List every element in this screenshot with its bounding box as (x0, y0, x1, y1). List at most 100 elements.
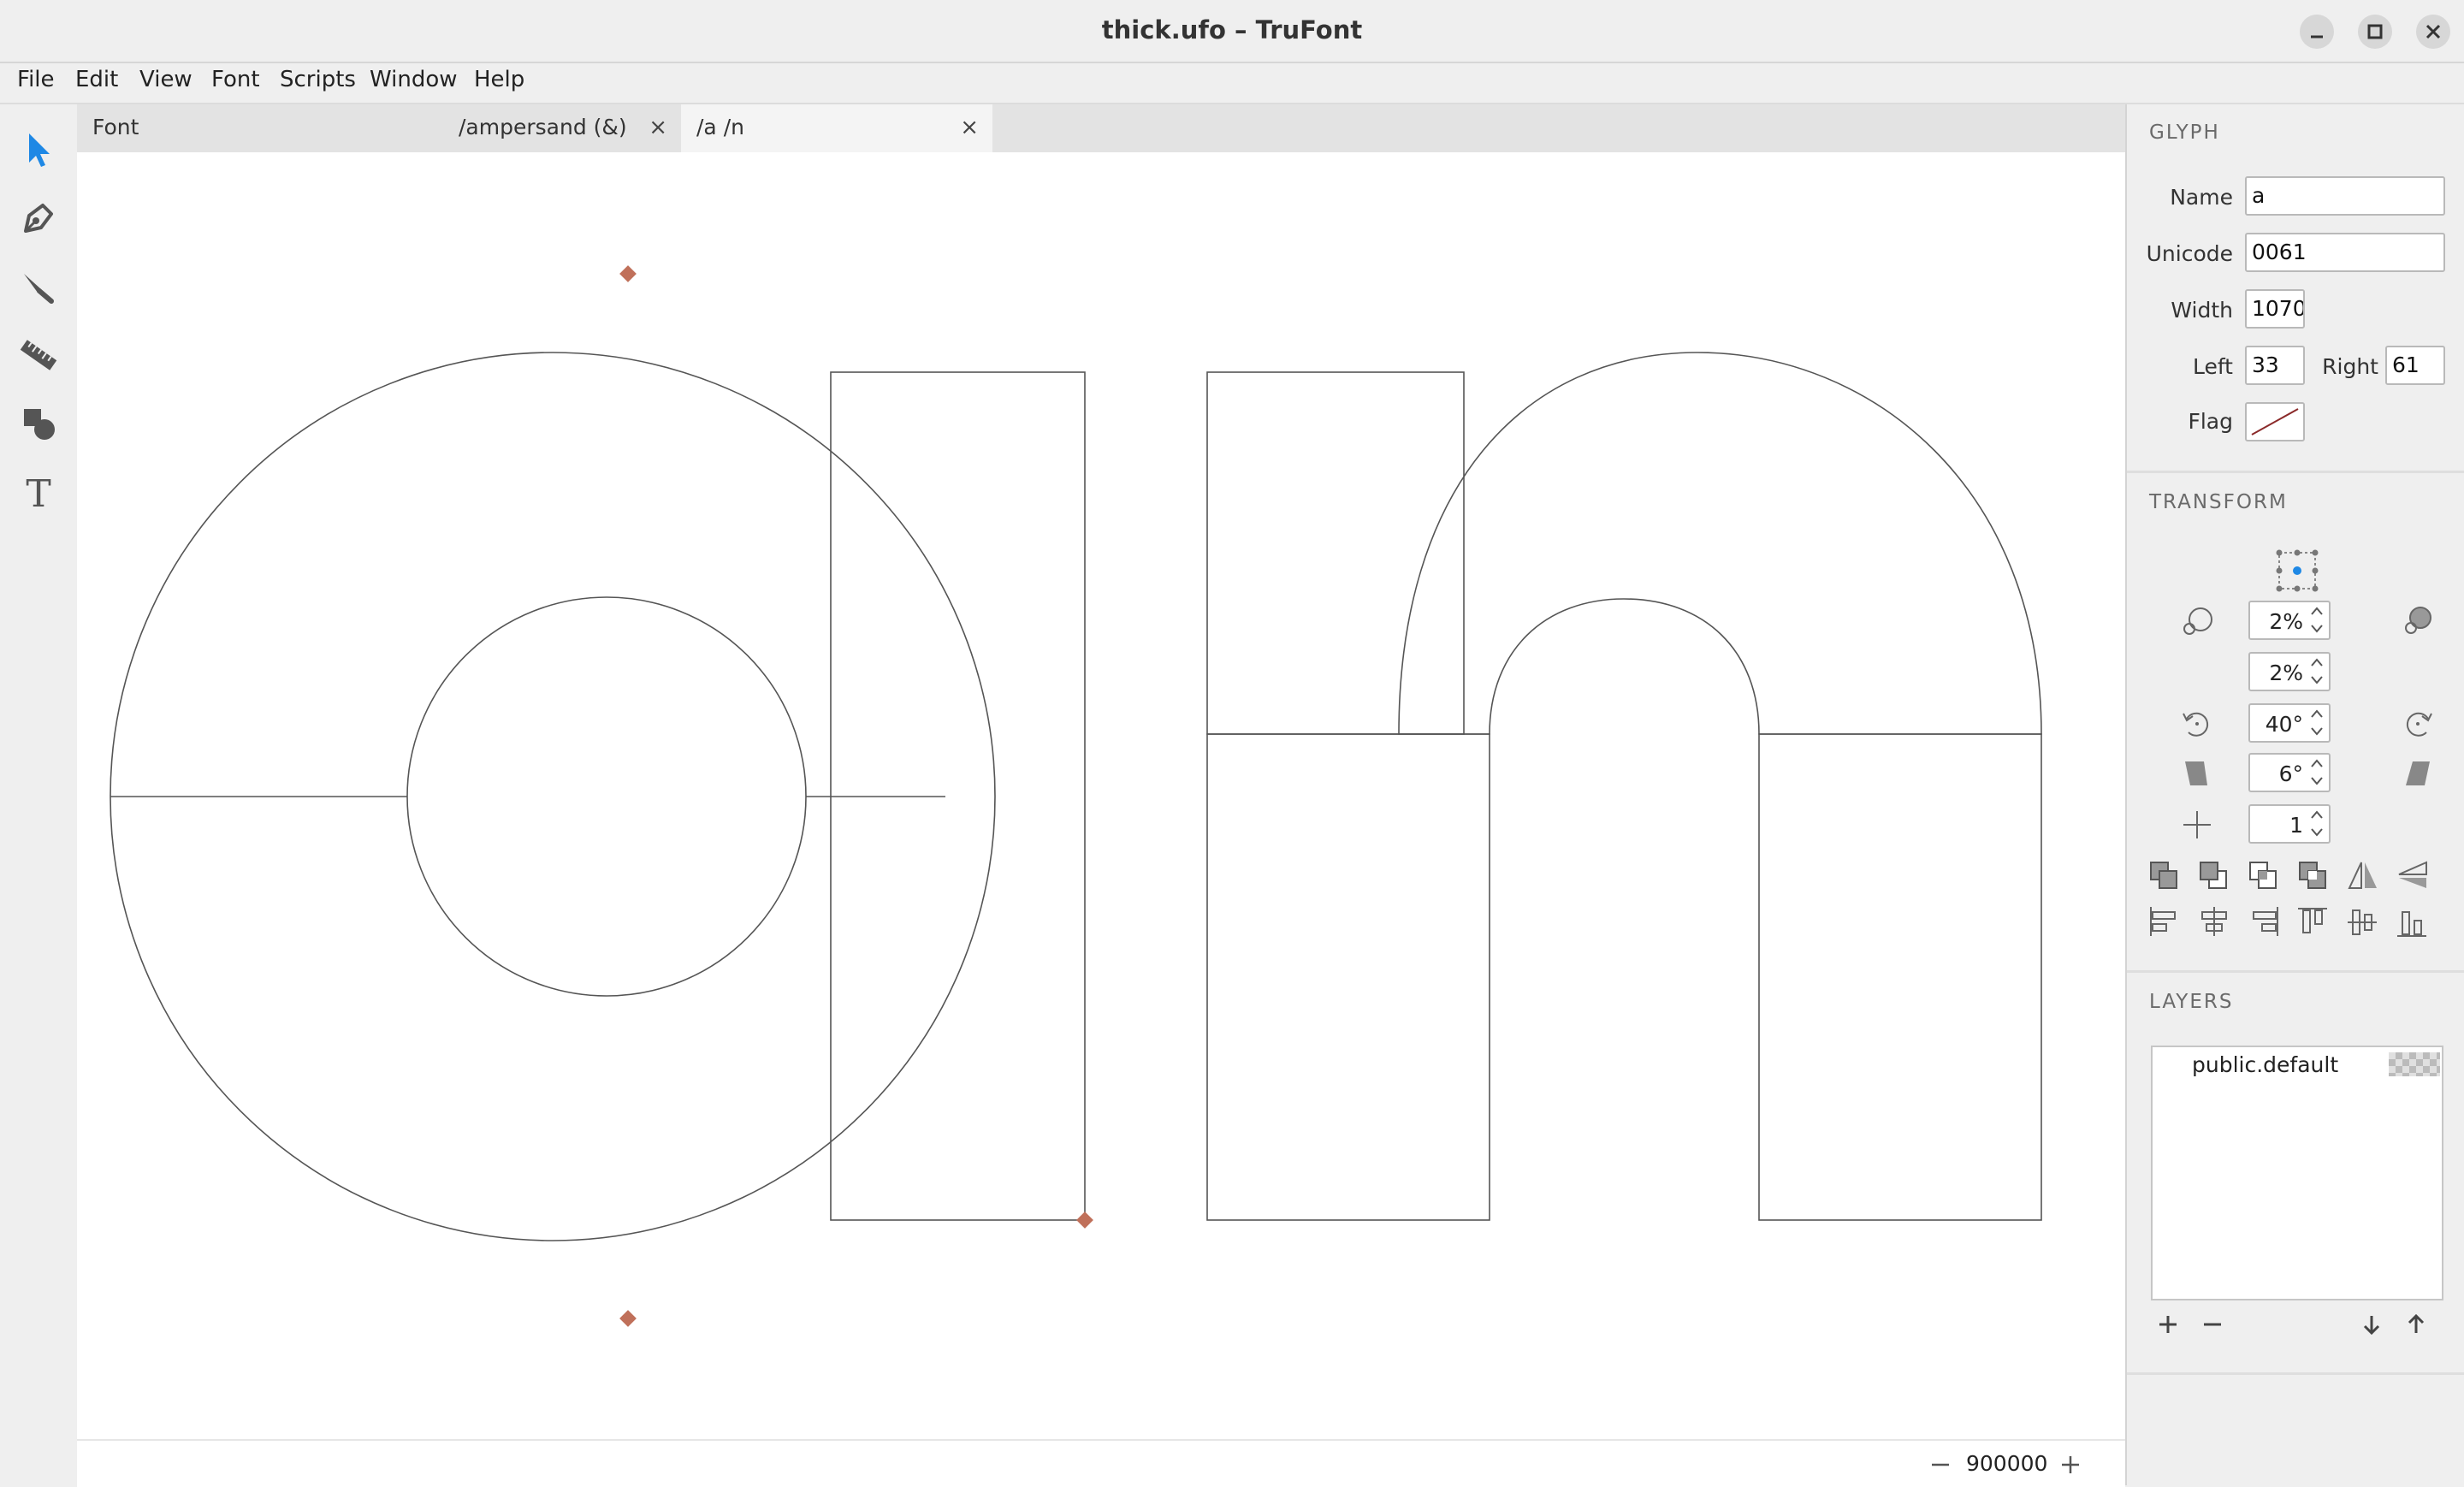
plus-icon (2159, 1316, 2177, 1333)
menu-window[interactable]: Window (370, 67, 458, 92)
svg-text:T: T (26, 472, 50, 515)
tool-bar: T (0, 104, 77, 1485)
glyph-canvas[interactable] (77, 152, 2125, 1439)
stepper-down-icon[interactable] (2308, 621, 2325, 637)
align-right-icon[interactable] (2245, 903, 2283, 941)
move-icon[interactable] (2178, 806, 2216, 844)
scale-y-value: 2% (2269, 661, 2303, 685)
tab-a-n[interactable]: /a /n × (681, 104, 992, 156)
minimize-icon (2311, 35, 2323, 39)
move-stepper[interactable]: 1 (2248, 804, 2331, 844)
add-layer-button[interactable] (2151, 1307, 2185, 1342)
anchor-point-width (1076, 1212, 1093, 1229)
intersect-icon[interactable] (2245, 857, 2283, 895)
glyph-unicode-field[interactable]: 0061 (2245, 233, 2445, 272)
bowl-inner-contour (406, 596, 807, 997)
tab-close-icon[interactable]: × (649, 115, 667, 140)
menu-font[interactable]: Font (211, 67, 260, 92)
layers-list: public.default (2151, 1046, 2443, 1300)
menu-scripts[interactable]: Scripts (280, 67, 356, 92)
text-tool-icon[interactable]: T (15, 469, 62, 515)
align-middle-icon[interactable] (2344, 903, 2382, 941)
arrow-up-icon (2408, 1313, 2425, 1333)
glyph-name-field[interactable]: a (2245, 176, 2445, 216)
stepper-up-icon[interactable] (2308, 808, 2325, 823)
scale-y-stepper[interactable]: 2% (2248, 652, 2331, 691)
n-right-stem-contour (1758, 733, 2042, 1221)
glyph-outlines[interactable] (77, 152, 2125, 1439)
stepper-down-icon[interactable] (2308, 825, 2325, 840)
stepper-up-icon[interactable] (2308, 756, 2325, 772)
transform-section-header: TRANSFORM (2149, 491, 2288, 513)
layer-name: public.default (2192, 1052, 2339, 1077)
union-icon[interactable] (2146, 857, 2183, 895)
glyph-width-field[interactable]: 1070 (2245, 289, 2305, 329)
align-left-icon[interactable] (2146, 903, 2183, 941)
flag-label: Flag (2188, 409, 2233, 434)
tab-label: Font (92, 115, 139, 139)
skew-stepper[interactable]: 6° (2248, 753, 2331, 792)
scale-down-icon[interactable] (2178, 602, 2216, 640)
menu-help[interactable]: Help (474, 67, 524, 92)
stepper-down-icon[interactable] (2308, 724, 2325, 739)
move-layer-up-button[interactable] (2399, 1307, 2433, 1342)
menu-view[interactable]: View (139, 67, 192, 92)
tab-ampersand[interactable]: /ampersand (&) × (368, 104, 681, 152)
scale-up-icon[interactable] (2399, 602, 2437, 640)
close-window-button[interactable] (2416, 15, 2450, 49)
align-top-icon[interactable] (2295, 903, 2332, 941)
menu-bar: File Edit View Font Scripts Window Help (0, 63, 2464, 104)
stepper-down-icon[interactable] (2308, 672, 2325, 688)
layers-section-header: LAYERS (2149, 991, 2234, 1013)
flip-vertical-icon[interactable] (2394, 857, 2431, 895)
zoom-in-icon[interactable] (2060, 1454, 2081, 1475)
stepper-up-icon[interactable] (2308, 604, 2325, 619)
stepper-down-icon[interactable] (2308, 773, 2325, 789)
panel-divider (2127, 970, 2464, 973)
flip-horizontal-icon[interactable] (2344, 857, 2382, 895)
selection-tool-icon[interactable] (15, 127, 62, 173)
align-center-icon[interactable] (2195, 903, 2233, 941)
anchor-point-bottom (619, 1310, 637, 1327)
origin-selector-icon[interactable] (2274, 548, 2320, 594)
scale-x-stepper[interactable]: 2% (2248, 601, 2331, 640)
rotate-stepper[interactable]: 40° (2248, 703, 2331, 743)
tab-bar: Font /ampersand (&) × /a /n × (77, 104, 2125, 156)
align-bottom-icon[interactable] (2394, 903, 2431, 941)
tab-font[interactable]: Font (77, 104, 368, 152)
skew-right-icon[interactable] (2399, 755, 2437, 792)
anchor-point-top (619, 265, 637, 282)
stepper-up-icon[interactable] (2308, 655, 2325, 671)
tab-label: /ampersand (&) (459, 115, 627, 139)
remove-layer-button[interactable] (2195, 1307, 2230, 1342)
status-bar: 900000 pt (77, 1439, 2125, 1487)
rotate-left-icon[interactable] (2178, 705, 2216, 743)
right-margin-field[interactable]: 61 (2385, 346, 2445, 385)
move-layer-down-button[interactable] (2354, 1307, 2389, 1342)
zoom-value: 900000 pt (1966, 1451, 2052, 1476)
tab-close-icon[interactable]: × (960, 115, 979, 140)
subtract-icon[interactable] (2195, 857, 2233, 895)
layer-item[interactable]: public.default (2153, 1047, 2442, 1083)
menu-edit[interactable]: Edit (75, 67, 118, 92)
menu-file[interactable]: File (17, 67, 55, 92)
left-label: Left (2192, 354, 2233, 379)
exclude-icon[interactable] (2295, 857, 2332, 895)
knife-tool-icon[interactable] (15, 264, 62, 310)
maximize-button[interactable] (2358, 15, 2392, 49)
pen-tool-icon[interactable] (15, 195, 62, 241)
minimize-button[interactable] (2300, 15, 2334, 49)
ruler-tool-icon[interactable] (15, 332, 62, 378)
right-label: Right (2322, 354, 2378, 379)
zoom-out-icon[interactable] (1930, 1454, 1951, 1475)
skew-value: 6° (2278, 761, 2303, 786)
rotate-right-icon[interactable] (2399, 705, 2437, 743)
stepper-up-icon[interactable] (2308, 707, 2325, 722)
skew-left-icon[interactable] (2178, 755, 2216, 792)
tab-label: /a /n (696, 115, 744, 139)
layer-color-swatch[interactable] (2389, 1052, 2440, 1076)
unicode-label: Unicode (2146, 241, 2233, 266)
shapes-tool-icon[interactable] (15, 400, 62, 447)
flag-color-button[interactable] (2245, 402, 2305, 441)
left-margin-field[interactable]: 33 (2245, 346, 2305, 385)
